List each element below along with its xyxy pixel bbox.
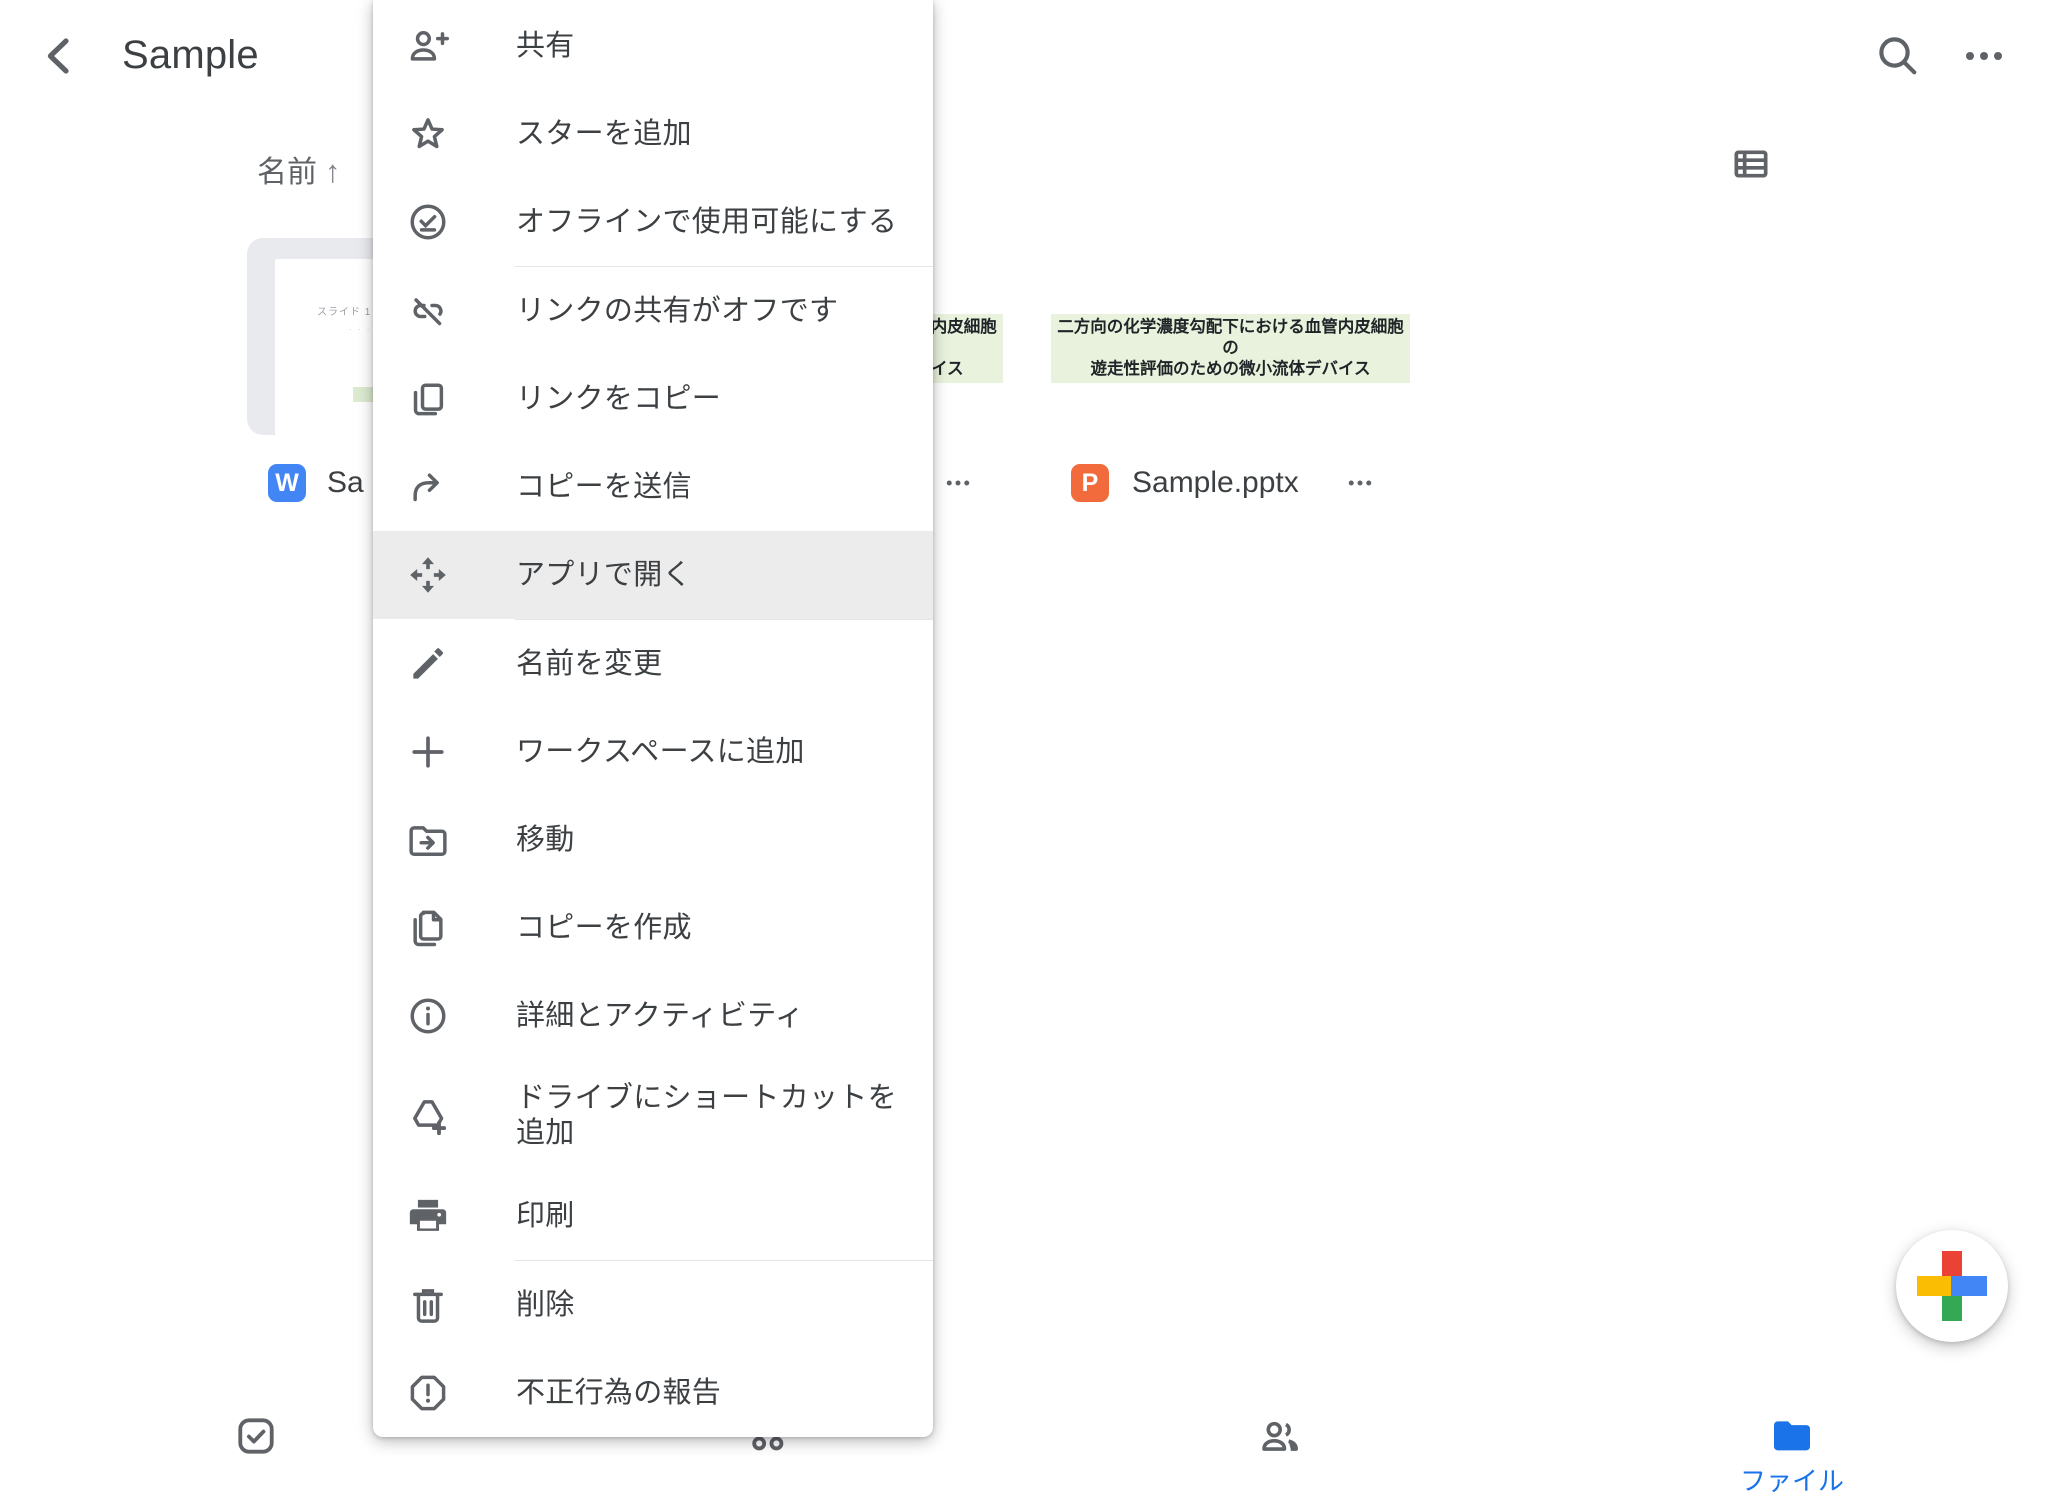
menu-item-label: アプリで開く [516, 558, 692, 593]
copy-icon [406, 377, 450, 421]
word-file-badge: W [268, 464, 306, 502]
plus-icon [406, 730, 450, 774]
menu-item-details-activity[interactable]: 詳細とアクティビティ [373, 972, 933, 1060]
select-check-icon [233, 1413, 279, 1459]
file-context-menu: 共有スターを追加オフラインで使用可能にするリンクの共有がオフですリンクをコピーコ… [373, 0, 933, 1437]
menu-item-label: リンクの共有がオフです [516, 294, 838, 329]
menu-item-make-available-offline[interactable]: オフラインで使用可能にする [373, 178, 933, 266]
star-icon [406, 112, 450, 156]
menu-item-delete[interactable]: 削除 [373, 1261, 933, 1349]
sort-label: 名前 [257, 156, 317, 189]
menu-item-label: 移動 [516, 823, 575, 858]
offline-pin-icon [406, 200, 450, 244]
menu-item-make-copy[interactable]: コピーを作成 [373, 884, 933, 972]
menu-item-label: 詳細とアクティビティ [516, 999, 804, 1034]
menu-item-label: オフラインで使用可能にする [516, 205, 897, 240]
menu-item-open-in-app[interactable]: アプリで開く [373, 531, 933, 619]
add-shortcut-icon [406, 1094, 450, 1138]
menu-item-label: スターを追加 [516, 117, 692, 152]
slide-title-thumbnail[interactable]: 二方向の化学濃度勾配下における血管内皮細胞の 遊走性評価のための微小流体デバイス [1051, 314, 1410, 383]
menu-item-send-copy[interactable]: コピーを送信 [373, 443, 933, 531]
overflow-menu-icon[interactable] [1958, 32, 2010, 80]
nav-tab-label: ファイル [1740, 1461, 1844, 1497]
menu-item-label: コピーを作成 [516, 911, 692, 946]
menu-item-move[interactable]: 移動 [373, 796, 933, 884]
menu-item-label: コピーを送信 [516, 470, 692, 505]
menu-item-add-shortcut-to-drive[interactable]: ドライブにショートカットを追加 [373, 1060, 933, 1172]
menu-item-label: 印刷 [516, 1199, 575, 1234]
menu-item-print[interactable]: 印刷 [373, 1172, 933, 1260]
file-more-icon[interactable] [938, 468, 978, 498]
print-icon [406, 1194, 450, 1238]
slide-title-line: 二方向の化学濃度勾配下における血管内皮細胞の [1055, 317, 1406, 359]
page-title: Sample [122, 33, 259, 78]
menu-item-report-abuse[interactable]: 不正行為の報告 [373, 1349, 933, 1437]
edit-icon [406, 642, 450, 686]
powerpoint-file-badge: P [1071, 464, 1109, 502]
menu-item-add-star[interactable]: スターを追加 [373, 90, 933, 178]
menu-item-add-to-workspace[interactable]: ワークスペースに追加 [373, 708, 933, 796]
menu-item-link-sharing-off[interactable]: リンクの共有がオフです [373, 267, 933, 355]
back-button[interactable] [36, 30, 84, 82]
folder-move-icon [406, 818, 450, 862]
menu-item-label: 削除 [516, 1288, 575, 1323]
sort-ascending-arrow-icon: ↑ [325, 154, 341, 189]
open-with-icon [406, 553, 450, 597]
send-copy-icon [406, 465, 450, 509]
file-name: Sample.pptx [1132, 466, 1299, 500]
slide-title-line: 遊走性評価のための微小流体デバイス [1055, 359, 1406, 380]
report-icon [406, 1371, 450, 1415]
search-icon[interactable] [1872, 30, 1922, 80]
file-name: Sa [327, 466, 364, 500]
nav-tab-shared[interactable] [1024, 1400, 1536, 1497]
menu-item-copy-link[interactable]: リンクをコピー [373, 355, 933, 443]
delete-icon [406, 1283, 450, 1327]
menu-item-label: 名前を変更 [516, 647, 663, 682]
menu-item-label: 不正行為の報告 [516, 1376, 721, 1411]
menu-item-rename[interactable]: 名前を変更 [373, 620, 933, 708]
create-fab-button[interactable] [1896, 1230, 2008, 1342]
link-off-icon [406, 289, 450, 333]
thumbnail-text: スライド 1 [317, 303, 371, 318]
people-icon [1257, 1413, 1303, 1459]
google-drive-app: Sample 名前↑ スライド 1 · · · · · W Sa 二方向の化学濃… [0, 0, 2048, 1497]
person-add-icon [406, 24, 450, 68]
menu-item-label: 共有 [516, 29, 575, 64]
menu-item-share[interactable]: 共有 [373, 2, 933, 90]
list-view-toggle-icon[interactable] [1730, 144, 1772, 184]
menu-item-label: リンクをコピー [516, 382, 721, 417]
file-more-icon[interactable] [1340, 468, 1380, 498]
menu-item-label: ドライブにショートカットを追加 [516, 1081, 897, 1151]
bottom-navigation: ファイル [0, 1400, 2048, 1497]
nav-tab-files[interactable]: ファイル [1536, 1400, 2048, 1497]
file-copy-icon [406, 906, 450, 950]
info-icon [406, 994, 450, 1038]
folder-icon [1769, 1413, 1815, 1459]
menu-item-label: ワークスペースに追加 [516, 735, 805, 770]
sort-by-name[interactable]: 名前↑ [257, 147, 341, 191]
